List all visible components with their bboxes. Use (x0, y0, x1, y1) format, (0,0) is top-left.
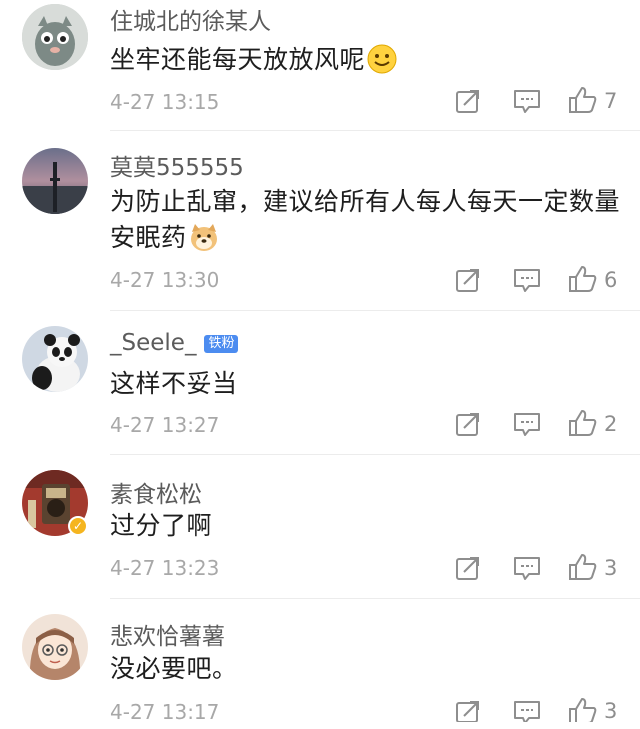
reply-button[interactable] (513, 555, 541, 585)
username-text: _Seele_ (110, 330, 197, 356)
like-count: 6 (604, 268, 618, 292)
username[interactable]: _Seele_ 铁粉 (110, 330, 239, 356)
check-icon: ✓ (72, 519, 84, 533)
repost-icon (456, 557, 479, 580)
username[interactable]: 莫莫555555 (110, 148, 244, 182)
thumbs-up-icon (569, 87, 597, 113)
like-count: 7 (604, 89, 618, 113)
thumbs-up-icon (569, 266, 597, 292)
avatar[interactable] (22, 148, 88, 214)
thumbs-up-icon (569, 410, 597, 436)
comment-time: 4-27 13:27 (110, 413, 220, 437)
username[interactable]: 住城北的徐某人 (110, 2, 271, 36)
thumbs-up-icon (569, 698, 597, 722)
comment-text: 这样不妥当 (110, 369, 238, 398)
panda-avatar-icon (22, 326, 88, 392)
repost-button[interactable] (455, 267, 481, 297)
avatar[interactable] (22, 614, 88, 680)
reply-button[interactable] (513, 699, 541, 729)
like-button[interactable] (568, 697, 598, 727)
comment-text: 没必要吧。 (110, 654, 238, 683)
comment-icon (514, 269, 540, 292)
repost-button[interactable] (455, 699, 481, 729)
divider (110, 454, 640, 455)
comment-time: 4-27 13:30 (110, 268, 220, 292)
comment-icon (514, 90, 540, 113)
like-button[interactable] (568, 86, 598, 116)
repost-button[interactable] (455, 88, 481, 118)
avatar[interactable] (22, 326, 88, 392)
like-button[interactable] (568, 265, 598, 295)
reply-button[interactable] (513, 267, 541, 297)
username[interactable]: 悲欢恰薯薯 (110, 617, 225, 651)
repost-icon (456, 701, 479, 722)
comment-text: 为防止乱窜，建议给所有人每人每天一定数量安眠药 (110, 184, 620, 256)
doge-emoji-icon (190, 224, 217, 251)
fan-badge: 铁粉 (204, 335, 239, 353)
verified-badge: ✓ (68, 516, 88, 536)
repost-icon (456, 90, 479, 113)
like-count: 3 (604, 699, 618, 723)
comment-text-body: 为防止乱窜，建议给所有人每人每天一定数量安眠药 (110, 187, 621, 252)
comment-time: 4-27 13:23 (110, 556, 220, 580)
like-count: 2 (604, 412, 618, 436)
comment-text: 坐牢还能每天放放风呢 (110, 42, 620, 78)
comment-icon (514, 701, 540, 722)
divider (110, 310, 640, 311)
comment-time: 4-27 13:15 (110, 90, 220, 114)
reply-button[interactable] (513, 88, 541, 118)
comment-text-body: 坐牢还能每天放放风呢 (110, 45, 366, 74)
comment-text: 过分了啊 (110, 511, 213, 540)
repost-icon (456, 413, 479, 436)
divider (110, 598, 640, 599)
username[interactable]: 素食松松 (110, 475, 202, 509)
comment-icon (514, 413, 540, 436)
comment-time: 4-27 13:17 (110, 700, 220, 724)
avatar[interactable] (22, 4, 88, 70)
repost-button[interactable] (455, 555, 481, 585)
like-button[interactable] (568, 409, 598, 439)
thumbs-up-icon (569, 554, 597, 580)
repost-button[interactable] (455, 411, 481, 441)
girl-avatar-icon (22, 614, 88, 680)
cat-avatar-icon (22, 4, 88, 70)
divider (110, 130, 640, 131)
landscape-avatar-icon (22, 148, 88, 214)
comment-icon (514, 557, 540, 580)
like-button[interactable] (568, 553, 598, 583)
like-count: 3 (604, 556, 618, 580)
smile-emoji-icon (367, 44, 397, 74)
reply-button[interactable] (513, 411, 541, 441)
repost-icon (456, 269, 479, 292)
